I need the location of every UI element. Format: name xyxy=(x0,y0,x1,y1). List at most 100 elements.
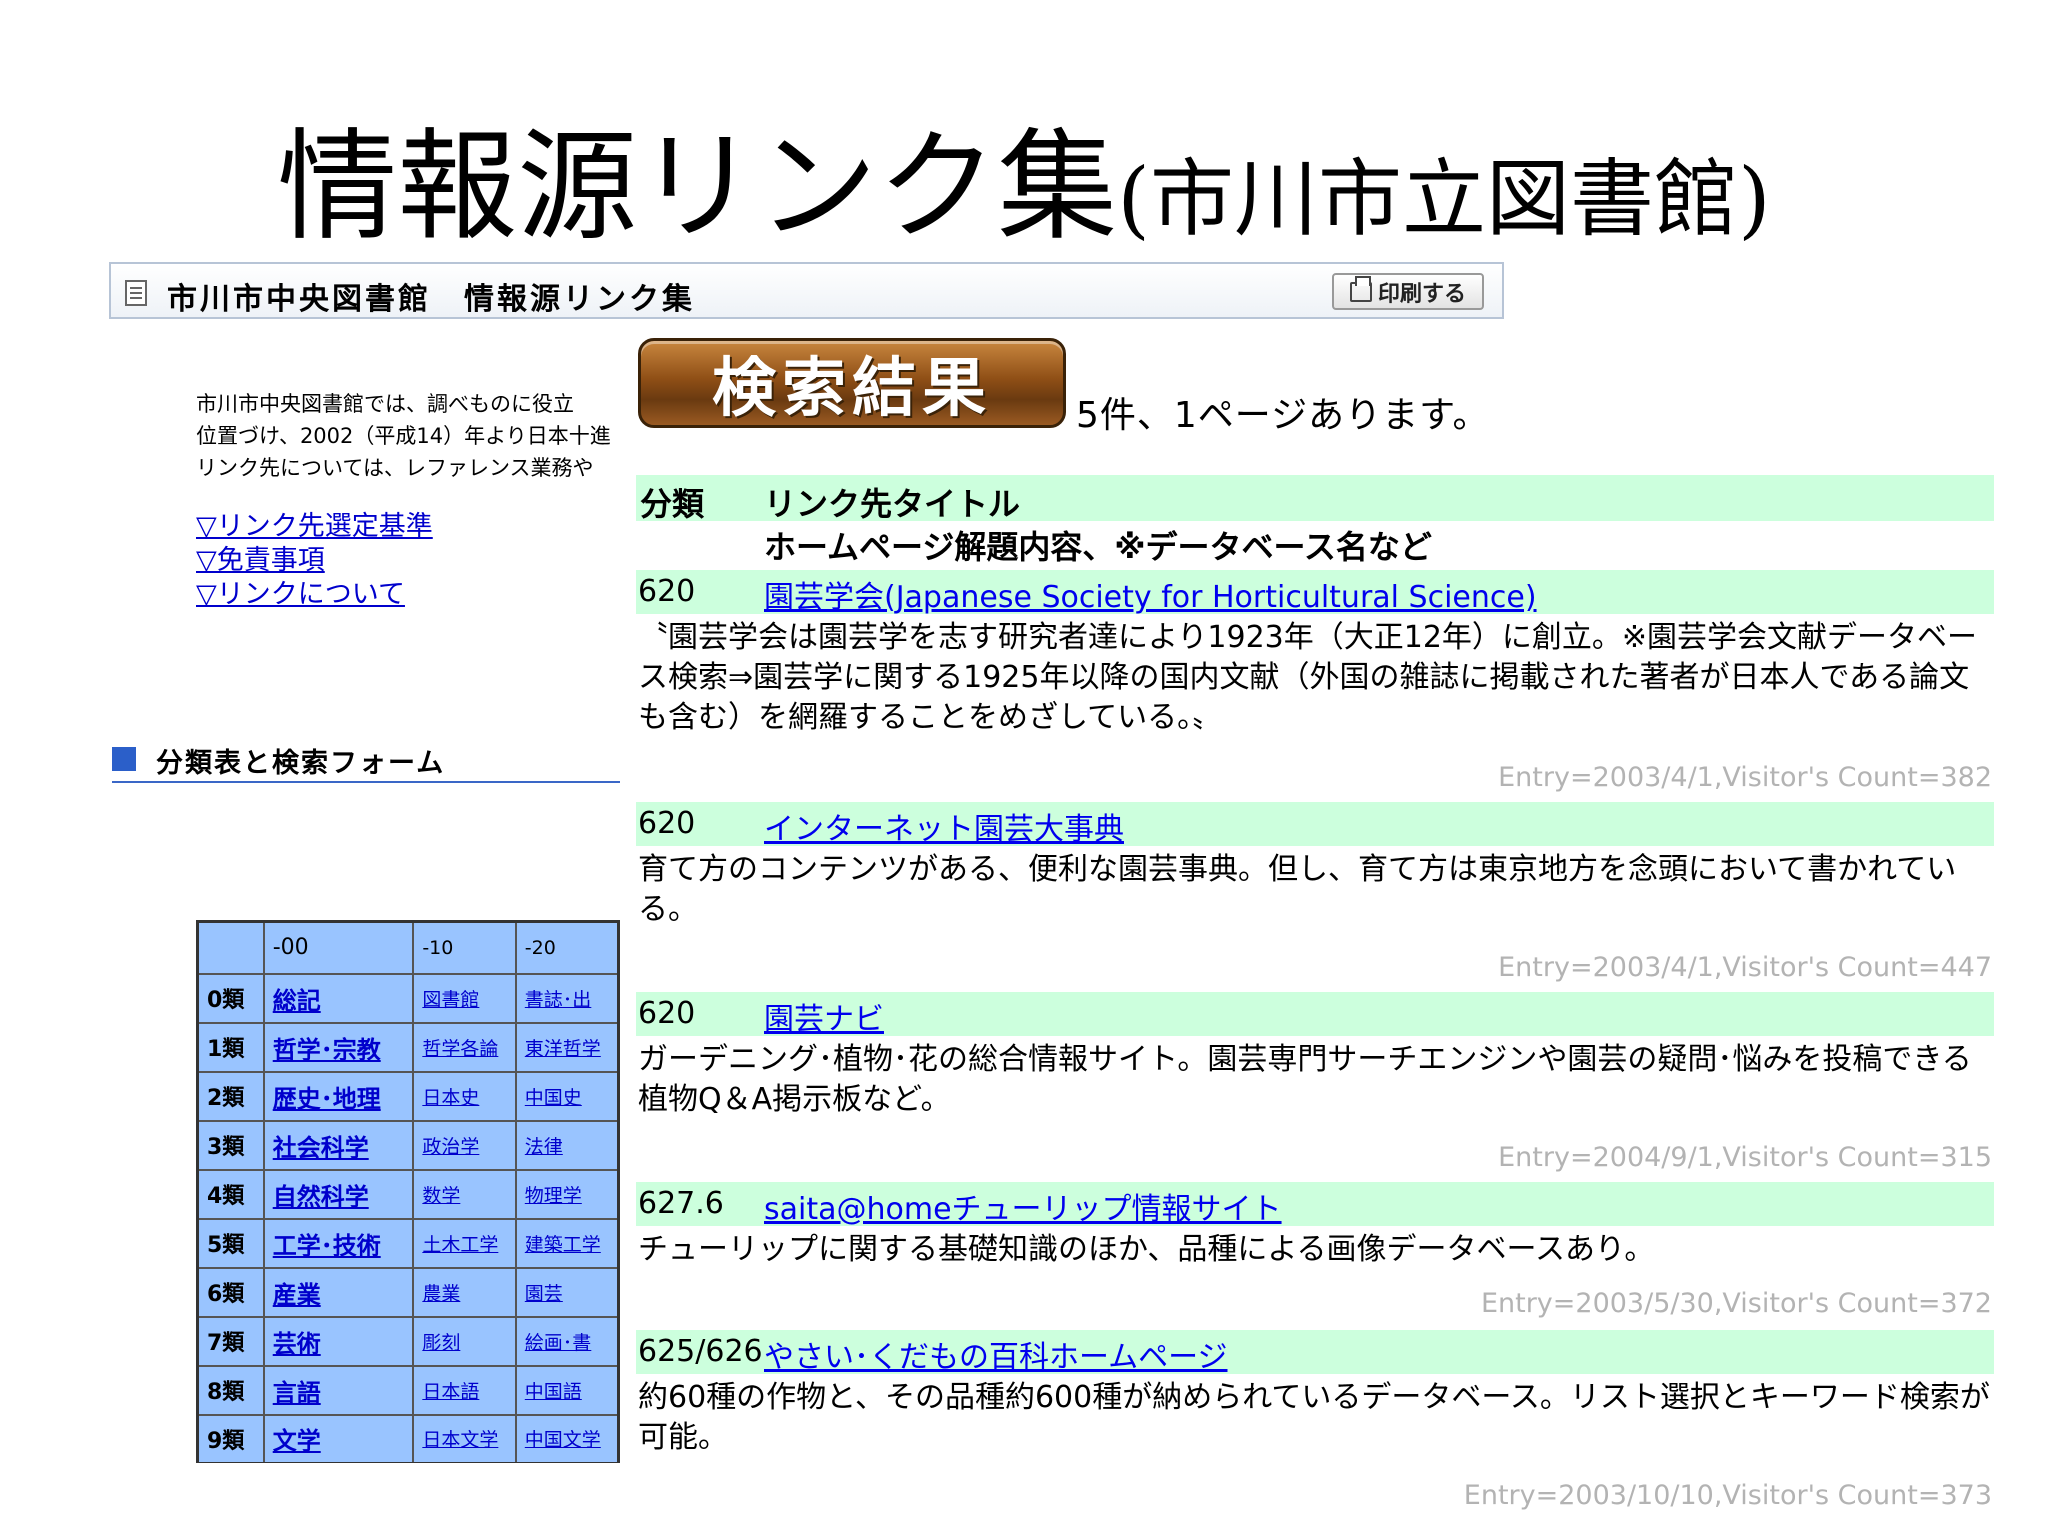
table-row: 2類 歴史･地理 日本史 中国史 xyxy=(196,1070,620,1122)
class-sub-link[interactable]: 物理学 xyxy=(525,1185,582,1207)
result-count: 5件、1ページあります。 xyxy=(1076,395,1490,436)
class-code: 620 xyxy=(638,574,696,609)
class-main-link[interactable]: 歴史･地理 xyxy=(273,1085,381,1113)
table-cell xyxy=(196,920,265,975)
result-description: ガーデニング･植物･花の総合情報サイト。園芸専門サーチエンジンや園芸の疑問･悩み… xyxy=(638,1042,1972,1117)
results-banner-label: 検索結果 xyxy=(712,352,992,426)
table-header-row: -00 -10 -20 xyxy=(196,920,620,975)
class-sub-link[interactable]: 哲学各論 xyxy=(422,1038,498,1060)
slide-title-sub: (市川市立図書館) xyxy=(1117,150,1771,248)
class-sub-link[interactable]: 書誌･出 xyxy=(525,989,592,1011)
slide-title-main: 情報源リンク集 xyxy=(277,118,1118,257)
result-meta: Entry=2003/5/30,Visitor's Count=372 xyxy=(1480,1288,1992,1319)
class-label: 2類 xyxy=(196,1070,265,1122)
class-main-link[interactable]: 産業 xyxy=(273,1281,321,1309)
table-row: 0類 総記 図書館 書誌･出 xyxy=(196,972,620,1024)
class-sub-link[interactable]: 法律 xyxy=(525,1136,563,1158)
class-main-link[interactable]: 芸術 xyxy=(273,1330,321,1358)
class-sub-link[interactable]: 絵画･書 xyxy=(525,1332,592,1354)
class-sub-link[interactable]: 政治学 xyxy=(422,1136,479,1158)
class-label: 5類 xyxy=(196,1217,265,1269)
intro-line: 市川市中央図書館では、調べものに役立 xyxy=(196,392,574,416)
table-row: 9類 文学 日本文学 中国文学 xyxy=(196,1413,620,1463)
table-row: 1類 哲学･宗教 哲学各論 東洋哲学 xyxy=(196,1021,620,1073)
class-sub-link[interactable]: 彫刻 xyxy=(422,1332,460,1354)
class-label: 4類 xyxy=(196,1168,265,1220)
table-row: 6類 産業 農業 園芸 xyxy=(196,1266,620,1318)
class-label: 9類 xyxy=(196,1413,265,1463)
classification-table-container: -00 -10 -20 0類 総記 図書館 書誌･出 1類 哲学･宗教 哲学各論 東洋哲学 … xyxy=(196,920,620,1463)
table-row: 4類 自然科学 数学 物理学 xyxy=(196,1168,620,1220)
results-column-header: 分類 リンク先タイトル xyxy=(636,475,1994,523)
class-main-link[interactable]: 工学･技術 xyxy=(273,1232,381,1260)
link-disclaimer[interactable]: ▽免責事項 xyxy=(196,544,433,578)
class-sub-link[interactable]: 建築工学 xyxy=(525,1234,601,1256)
search-results-panel: 検索結果 5件、1ページあります。 分類 リンク先タイトル ホームページ解題内容… xyxy=(622,330,2008,1536)
result-title-row: 620 園芸学会(Japanese Society for Horticultu… xyxy=(636,570,1994,616)
result-entry: 620 園芸ナビ ガーデニング･植物･花の総合情報サイト。園芸専門サーチエンジン… xyxy=(636,992,1994,1182)
class-sub-link[interactable]: 農業 xyxy=(422,1283,460,1305)
class-sub-link[interactable]: 土木工学 xyxy=(422,1234,498,1256)
result-description: 〝園芸学会は園芸学を志す研究者達により1923年（大正12年）に創立。※園芸学会… xyxy=(638,620,1978,735)
result-title-link[interactable]: 園芸ナビ xyxy=(764,994,884,1038)
section-heading-label: 分類表と検索フォーム xyxy=(156,748,446,779)
document-icon xyxy=(125,280,147,306)
result-description: 約60種の作物と、その品種約600種が納められているデータベース。リスト選択とキ… xyxy=(638,1380,1990,1455)
result-meta: Entry=2004/9/1,Visitor's Count=315 xyxy=(1498,1142,1992,1173)
class-sub-link[interactable]: 園芸 xyxy=(525,1283,563,1305)
class-main-link[interactable]: 社会科学 xyxy=(273,1134,369,1162)
print-button[interactable]: 印刷する xyxy=(1332,273,1484,310)
slide-title: 情報源リンク集(市川市立図書館) xyxy=(0,128,2048,248)
link-about-links[interactable]: ▽リンクについて xyxy=(196,578,433,612)
table-header-cell: -20 xyxy=(514,920,620,975)
result-title-row: 625/626 やさい･くだもの百科ホームページ xyxy=(636,1330,1994,1376)
result-title-link[interactable]: 園芸学会(Japanese Society for Horticultural … xyxy=(764,572,1537,616)
column-header-description: ホームページ解題内容、※データベース名など xyxy=(764,528,1432,566)
class-main-link[interactable]: 自然科学 xyxy=(273,1183,369,1211)
result-meta: Entry=2003/10/10,Visitor's Count=373 xyxy=(1463,1480,1992,1511)
class-code: 620 xyxy=(638,806,696,841)
class-sub-link[interactable]: 中国文学 xyxy=(525,1429,601,1451)
class-sub-link[interactable]: 中国史 xyxy=(525,1087,582,1109)
class-main-link[interactable]: 哲学･宗教 xyxy=(273,1036,381,1064)
result-description: チューリップに関する基礎知識のほか、品種による画像データベースあり。 xyxy=(638,1232,1655,1267)
result-meta: Entry=2003/4/1,Visitor's Count=382 xyxy=(1498,762,1992,793)
print-button-label: 印刷する xyxy=(1377,281,1466,307)
result-entry: 620 園芸学会(Japanese Society for Horticultu… xyxy=(636,570,1994,800)
printer-icon xyxy=(1349,275,1372,302)
table-row: 8類 言語 日本語 中国語 xyxy=(196,1364,620,1416)
intro-line: 位置づけ、2002（平成14）年より日本十進 xyxy=(196,424,611,448)
class-code: 620 xyxy=(638,996,696,1031)
class-sub-link[interactable]: 中国語 xyxy=(525,1381,582,1403)
class-sub-link[interactable]: 日本文学 xyxy=(422,1429,498,1451)
class-label: 6類 xyxy=(196,1266,265,1318)
class-sub-link[interactable]: 東洋哲学 xyxy=(525,1038,601,1060)
intro-links: ▽リンク先選定基準 ▽免責事項 ▽リンクについて xyxy=(196,510,433,612)
square-bullet-icon xyxy=(112,747,136,771)
column-header-class: 分類 xyxy=(640,485,705,523)
intro-line: リンク先については、レファレンス業務や xyxy=(196,456,594,480)
section-heading: 分類表と検索フォーム xyxy=(112,741,620,783)
table-row: 5類 工学･技術 土木工学 建築工学 xyxy=(196,1217,620,1269)
classification-table: -00 -10 -20 0類 総記 図書館 書誌･出 1類 哲学･宗教 哲学各論 東洋哲学 … xyxy=(196,920,620,1463)
result-entry: 625/626 やさい･くだもの百科ホームページ 約60種の作物と、その品種約6… xyxy=(636,1330,1994,1530)
class-sub-link[interactable]: 数学 xyxy=(422,1185,460,1207)
link-selection-criteria[interactable]: ▽リンク先選定基準 xyxy=(196,510,433,544)
results-banner: 検索結果 xyxy=(638,338,1066,428)
result-title-row: 627.6 saita@homeチューリップ情報サイト xyxy=(636,1182,1994,1228)
class-label: 3類 xyxy=(196,1119,265,1171)
class-label: 0類 xyxy=(196,972,265,1024)
page-header: 市川市中央図書館 情報源リンク集 印刷する xyxy=(109,262,1504,319)
page-header-title: 市川市中央図書館 情報源リンク集 xyxy=(167,282,695,317)
class-main-link[interactable]: 言語 xyxy=(273,1379,321,1407)
result-title-link[interactable]: saita@homeチューリップ情報サイト xyxy=(764,1184,1282,1228)
class-sub-link[interactable]: 日本史 xyxy=(422,1087,479,1109)
class-main-link[interactable]: 総記 xyxy=(273,987,321,1015)
result-title-link[interactable]: やさい･くだもの百科ホームページ xyxy=(764,1332,1228,1376)
class-sub-link[interactable]: 図書館 xyxy=(422,989,479,1011)
class-sub-link[interactable]: 日本語 xyxy=(422,1381,479,1403)
result-title-link[interactable]: インターネット園芸大事典 xyxy=(764,804,1124,848)
result-description: 育て方のコンテンツがある、便利な園芸事典。但し、育て方は東京地方を念頭において書… xyxy=(638,852,1957,927)
class-main-link[interactable]: 文学 xyxy=(273,1427,321,1455)
table-header-cell: -10 xyxy=(412,920,517,975)
